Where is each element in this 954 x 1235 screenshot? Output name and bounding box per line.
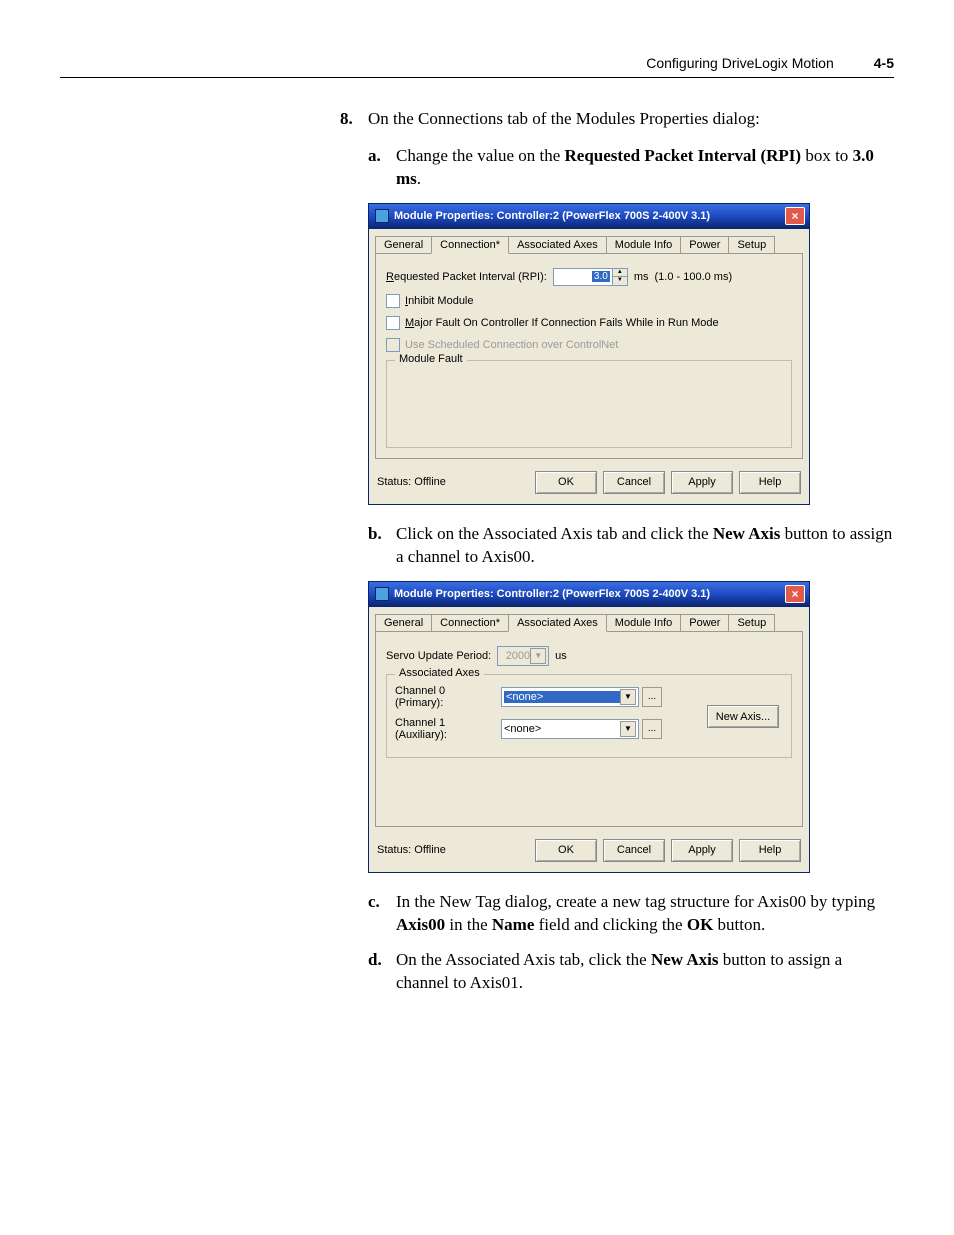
major-fault-checkbox[interactable] (386, 316, 400, 330)
channel-0-row: Channel 0 (Primary): <none> ▼ ... (395, 685, 703, 709)
substep-letter: d. (368, 949, 396, 995)
substep-letter: b. (368, 523, 396, 569)
close-icon[interactable]: × (785, 585, 805, 603)
scheduled-row: Use Scheduled Connection over ControlNet (386, 338, 792, 352)
tab-module-info[interactable]: Module Info (606, 614, 681, 632)
tab-general[interactable]: General (375, 236, 432, 254)
substep-text: In the New Tag dialog, create a new tag … (396, 891, 894, 937)
major-fault-label: Major Fault On Controller If Connection … (405, 317, 719, 329)
tab-associated-axes[interactable]: Associated Axes (508, 614, 607, 632)
rpi-row: Requested Packet Interval (RPI): 3.0 ▲▼ … (386, 268, 792, 286)
module-fault-group: Module Fault (386, 360, 792, 448)
inhibit-row: Inhibit Module (386, 294, 792, 308)
servo-unit: us (555, 650, 567, 662)
dialog-button-row: Status: Offline OK Cancel Apply Help (369, 465, 809, 504)
app-icon (375, 587, 389, 601)
substep-d: d. On the Associated Axis tab, click the… (368, 949, 894, 995)
content-column: 8. On the Connections tab of the Modules… (340, 108, 894, 994)
dialog-button-row: Status: Offline OK Cancel Apply Help (369, 833, 809, 872)
associated-axes-group: Associated Axes Channel 0 (Primary): <no… (386, 674, 792, 758)
chevron-down-icon: ▼ (530, 648, 546, 664)
tab-power[interactable]: Power (680, 236, 729, 254)
header-page-number: 4-5 (874, 55, 894, 71)
cancel-button[interactable]: Cancel (603, 471, 665, 494)
cancel-button[interactable]: Cancel (603, 839, 665, 862)
rpi-range: (1.0 - 100.0 ms) (654, 271, 732, 283)
step-text: On the Connections tab of the Modules Pr… (368, 108, 760, 131)
channel-1-row: Channel 1 (Auxiliary): <none> ▼ ... (395, 717, 703, 741)
apply-button[interactable]: Apply (671, 839, 733, 862)
substep-text: Click on the Associated Axis tab and cli… (396, 523, 894, 569)
tab-power[interactable]: Power (680, 614, 729, 632)
dialog-title: Module Properties: Controller:2 (PowerFl… (394, 210, 785, 222)
channel-1-dropdown[interactable]: <none> ▼ (501, 719, 639, 739)
chevron-down-icon[interactable]: ▼ (620, 721, 636, 737)
ok-button[interactable]: OK (535, 471, 597, 494)
document-page: Configuring DriveLogix Motion 4-5 8. On … (0, 0, 954, 1235)
servo-row: Servo Update Period: 2000 ▼ us (386, 646, 792, 666)
scheduled-label: Use Scheduled Connection over ControlNet (405, 339, 618, 351)
channel-0-dropdown[interactable]: <none> ▼ (501, 687, 639, 707)
close-icon[interactable]: × (785, 207, 805, 225)
help-button[interactable]: Help (739, 471, 801, 494)
servo-period-dropdown: 2000 ▼ (497, 646, 549, 666)
rpi-spinner[interactable]: ▲▼ (613, 268, 628, 286)
tab-panel-connection: Requested Packet Interval (RPI): 3.0 ▲▼ … (375, 253, 803, 459)
channel-1-label: Channel 1 (Auxiliary): (395, 717, 495, 741)
inhibit-label: Inhibit Module (405, 295, 474, 307)
chevron-down-icon[interactable]: ▼ (620, 689, 636, 705)
major-fault-row: Major Fault On Controller If Connection … (386, 316, 792, 330)
tab-row: General Connection* Associated Axes Modu… (369, 229, 809, 253)
help-button[interactable]: Help (739, 839, 801, 862)
tab-setup[interactable]: Setup (728, 614, 775, 632)
tab-connection[interactable]: Connection* (431, 614, 509, 632)
substep-c: c. In the New Tag dialog, create a new t… (368, 891, 894, 937)
step-8: 8. On the Connections tab of the Modules… (340, 108, 894, 131)
module-properties-dialog-connection: Module Properties: Controller:2 (PowerFl… (368, 203, 810, 505)
page-header: Configuring DriveLogix Motion 4-5 (60, 55, 894, 78)
ok-button[interactable]: OK (535, 839, 597, 862)
tab-connection[interactable]: Connection* (431, 236, 509, 254)
dialog-titlebar[interactable]: Module Properties: Controller:2 (PowerFl… (369, 204, 809, 229)
status-text: Status: Offline (377, 844, 446, 856)
substep-b: b. Click on the Associated Axis tab and … (368, 523, 894, 569)
channel-0-label: Channel 0 (Primary): (395, 685, 495, 709)
channel-1-ellipsis-button[interactable]: ... (642, 719, 662, 739)
dialog-title: Module Properties: Controller:2 (PowerFl… (394, 588, 785, 600)
tab-module-info[interactable]: Module Info (606, 236, 681, 254)
substep-text: Change the value on the Requested Packet… (396, 145, 894, 191)
substep-text: On the Associated Axis tab, click the Ne… (396, 949, 894, 995)
channel-0-ellipsis-button[interactable]: ... (642, 687, 662, 707)
module-fault-legend: Module Fault (395, 353, 467, 365)
new-axis-button[interactable]: New Axis... (707, 705, 779, 728)
header-chapter-title: Configuring DriveLogix Motion (646, 55, 834, 71)
servo-label: Servo Update Period: (386, 650, 491, 662)
rpi-unit: ms (634, 271, 649, 283)
substep-letter: c. (368, 891, 396, 937)
status-text: Status: Offline (377, 476, 446, 488)
substep-a: a. Change the value on the Requested Pac… (368, 145, 894, 191)
apply-button[interactable]: Apply (671, 471, 733, 494)
tab-setup[interactable]: Setup (728, 236, 775, 254)
module-properties-dialog-axes: Module Properties: Controller:2 (PowerFl… (368, 581, 810, 873)
scheduled-checkbox (386, 338, 400, 352)
associated-axes-legend: Associated Axes (395, 667, 484, 679)
tab-associated-axes[interactable]: Associated Axes (508, 236, 607, 254)
app-icon (375, 209, 389, 223)
dialog-titlebar[interactable]: Module Properties: Controller:2 (PowerFl… (369, 582, 809, 607)
rpi-input[interactable]: 3.0 (553, 268, 613, 286)
tab-row: General Connection* Associated Axes Modu… (369, 607, 809, 631)
tab-panel-associated-axes: Servo Update Period: 2000 ▼ us Associate… (375, 631, 803, 827)
tab-general[interactable]: General (375, 614, 432, 632)
substep-letter: a. (368, 145, 396, 191)
inhibit-checkbox[interactable] (386, 294, 400, 308)
rpi-label: Requested Packet Interval (RPI): (386, 271, 547, 283)
step-number: 8. (340, 108, 368, 131)
